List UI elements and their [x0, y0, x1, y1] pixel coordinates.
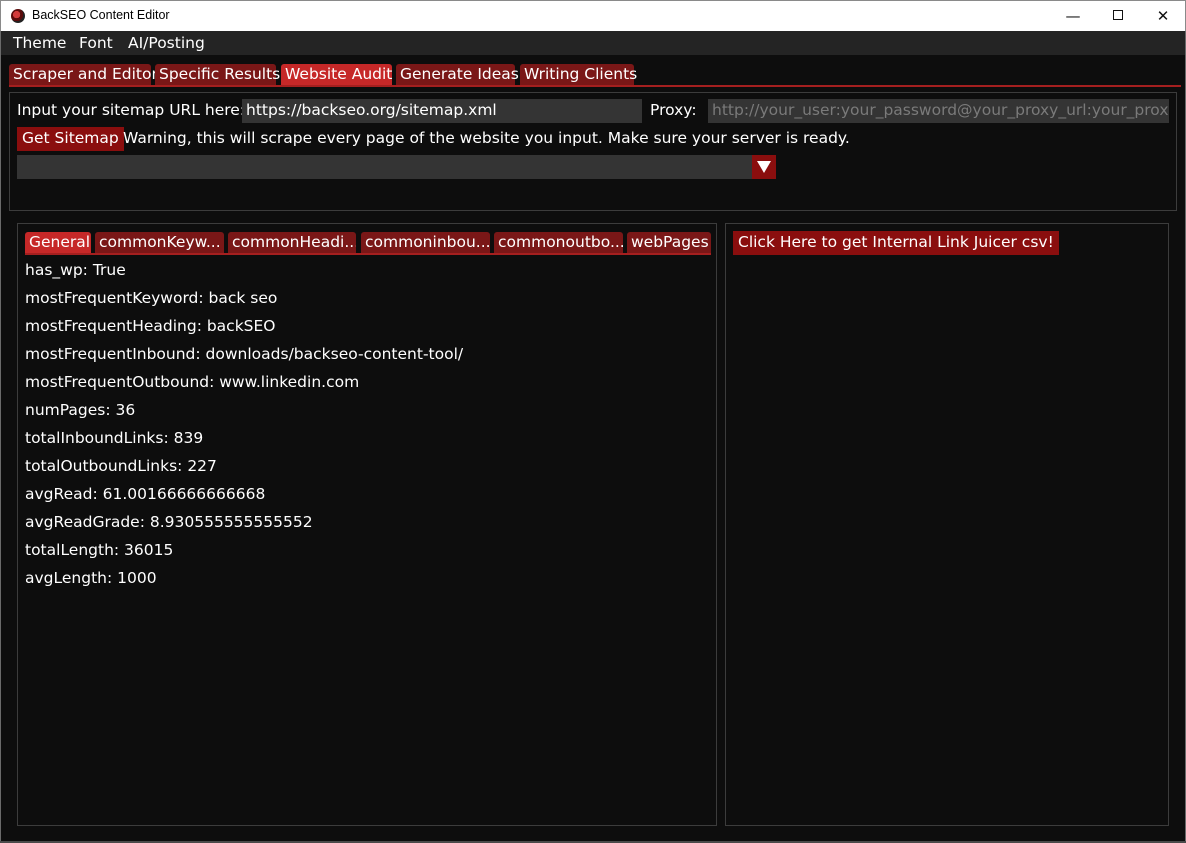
warning-text: Warning, this will scrape every page of …: [123, 129, 850, 147]
tab-bar-underline: [9, 85, 1181, 87]
stat-avg-length: avgLength: 1000: [25, 569, 157, 587]
sitemap-dropdown[interactable]: [17, 155, 752, 179]
maximize-icon: [1113, 10, 1123, 20]
subtab-common-headings[interactable]: commonHeadi...: [228, 232, 356, 254]
stat-avg-read: avgRead: 61.00166666666668: [25, 485, 266, 503]
stat-most-frequent-outbound: mostFrequentOutbound: www.linkedin.com: [25, 373, 360, 391]
menu-bar: Theme Font AI/Posting: [1, 31, 1185, 55]
stat-most-frequent-keyword: mostFrequentKeyword: back seo: [25, 289, 278, 307]
link-juicer-button[interactable]: Click Here to get Internal Link Juicer c…: [733, 231, 1059, 255]
menu-font[interactable]: Font: [79, 34, 113, 52]
stat-total-outbound-links: totalOutboundLinks: 227: [25, 457, 217, 475]
sitemap-label: Input your sitemap URL here:: [17, 101, 246, 119]
subtab-common-keywords[interactable]: commonKeyw...: [95, 232, 224, 254]
stat-most-frequent-inbound: mostFrequentInbound: downloads/backseo-c…: [25, 345, 464, 363]
get-sitemap-button[interactable]: Get Sitemap: [17, 127, 124, 151]
tab-specific-results[interactable]: Specific Results: [155, 64, 280, 86]
tab-website-audit[interactable]: Website Audit: [281, 64, 392, 86]
menu-ai-posting[interactable]: AI/Posting: [128, 34, 205, 52]
stat-avg-read-grade: avgReadGrade: 8.930555555555552: [25, 513, 313, 531]
window-title: BackSEO Content Editor: [32, 8, 170, 22]
tab-scraper-and-editor[interactable]: Scraper and Editor: [9, 64, 158, 86]
minimize-button[interactable]: —: [1050, 1, 1096, 32]
proxy-label: Proxy:: [650, 101, 697, 119]
maximize-button[interactable]: [1095, 1, 1141, 32]
sitemap-url-input[interactable]: https://backseo.org/sitemap.xml: [242, 99, 642, 123]
subtab-general[interactable]: General: [25, 232, 91, 254]
stat-has-wp: has_wp: True: [25, 261, 126, 279]
app-logo-icon: [11, 9, 25, 23]
subtab-common-outbound[interactable]: commonoutbo...: [494, 232, 623, 254]
tab-generate-ideas[interactable]: Generate Ideas: [396, 64, 519, 86]
subtab-common-inbound[interactable]: commoninbou...: [361, 232, 490, 254]
subtab-webpages[interactable]: webPages: [627, 232, 711, 254]
menu-theme[interactable]: Theme: [13, 34, 66, 52]
proxy-input[interactable]: http://your_user:your_password@your_prox…: [708, 99, 1169, 123]
stat-total-length: totalLength: 36015: [25, 541, 174, 559]
link-juicer-panel: [725, 223, 1169, 826]
stat-most-frequent-heading: mostFrequentHeading: backSEO: [25, 317, 276, 335]
subtab-underline: [25, 253, 711, 255]
stat-total-inbound-links: totalInboundLinks: 839: [25, 429, 204, 447]
window-border-left: [0, 31, 1, 843]
tab-writing-clients[interactable]: Writing Clients: [520, 64, 637, 86]
stat-num-pages: numPages: 36: [25, 401, 136, 419]
chevron-down-icon[interactable]: [752, 155, 776, 179]
close-button[interactable]: ✕: [1140, 1, 1186, 32]
title-bar: BackSEO Content Editor — ✕: [0, 0, 1186, 31]
